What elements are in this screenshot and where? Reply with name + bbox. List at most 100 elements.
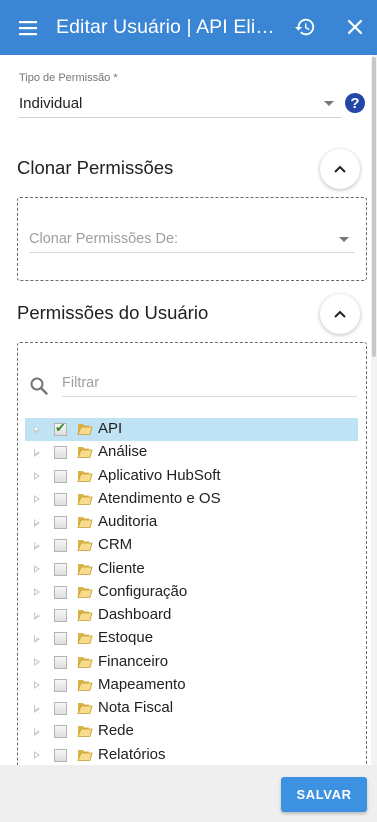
- filter-placeholder: Filtrar: [62, 375, 100, 391]
- tree-checkbox[interactable]: [54, 725, 67, 739]
- expand-arrow-icon[interactable]: [34, 541, 40, 550]
- folder-icon: [77, 586, 93, 598]
- tree-node[interactable]: Auditoria: [25, 511, 358, 534]
- permissions-collapse-button[interactable]: [320, 294, 360, 334]
- tree-checkbox[interactable]: [54, 539, 67, 553]
- chevron-down-icon: [339, 237, 349, 242]
- chevron-up-icon: [334, 165, 346, 173]
- folder-icon: [77, 633, 93, 645]
- tree-node[interactable]: Análise: [25, 441, 358, 464]
- expand-arrow-icon[interactable]: [34, 634, 40, 643]
- permission-type-label: Tipo de Permissão *: [19, 72, 118, 84]
- checkmark-icon: ✔: [55, 420, 66, 435]
- user-permissions-title: Permissões do Usuário: [17, 302, 209, 323]
- expand-arrow-icon[interactable]: [34, 588, 40, 597]
- tree-node[interactable]: Aplicativo HubSoft: [25, 465, 358, 488]
- tree-checkbox[interactable]: [54, 516, 67, 529]
- menu-icon: [19, 20, 37, 35]
- folder-icon: [77, 656, 93, 668]
- folder-icon: [77, 749, 93, 761]
- tree-node-label: Atendimento e OS: [98, 489, 221, 507]
- tree-checkbox[interactable]: [54, 469, 67, 483]
- tree-node-label: Auditoria: [98, 513, 158, 530]
- clone-permissions-placeholder: Clonar Permissões De:: [29, 231, 179, 247]
- tree-checkbox[interactable]: [54, 562, 67, 576]
- tree-node-label: Rede: [98, 722, 134, 740]
- tree-node[interactable]: CRM: [25, 534, 358, 557]
- tree-checkbox[interactable]: [54, 585, 67, 599]
- tree-node[interactable]: Rede: [25, 720, 358, 743]
- close-icon: [347, 19, 363, 35]
- history-icon: [294, 18, 315, 36]
- tree-checkbox[interactable]: [54, 632, 67, 646]
- tree-node-label: CRM: [98, 536, 133, 554]
- tree-checkbox[interactable]: [54, 655, 67, 669]
- permission-type-value: Individual: [19, 95, 83, 112]
- tree-checkbox[interactable]: ✔: [54, 420, 67, 436]
- chevron-down-icon: [324, 101, 334, 106]
- tree-checkbox[interactable]: [54, 609, 67, 622]
- expand-arrow-icon[interactable]: [34, 704, 40, 713]
- folder-icon: [77, 610, 93, 621]
- folder-icon: [77, 703, 93, 714]
- folder-icon: [77, 679, 93, 691]
- dialog-toolbar: Editar Usuário | API Elisângela: [0, 0, 377, 55]
- expand-arrow-icon[interactable]: [34, 611, 40, 620]
- tree-node-label: Relatórios: [98, 745, 166, 763]
- folder-icon: [77, 424, 93, 435]
- tree-node[interactable]: Atendimento e OS: [25, 488, 358, 511]
- folder-icon: [77, 470, 93, 482]
- tree-checkbox[interactable]: [54, 748, 67, 762]
- expand-arrow-icon[interactable]: [34, 658, 40, 666]
- folder-icon: [77, 493, 93, 505]
- folder-icon: [77, 726, 93, 738]
- tree-node[interactable]: Financeiro: [25, 651, 358, 674]
- tree-node[interactable]: Cliente: [25, 558, 358, 581]
- tree-node[interactable]: Mapeamento: [25, 674, 358, 697]
- expand-arrow-icon[interactable]: [34, 681, 40, 690]
- close-button[interactable]: [337, 9, 373, 45]
- tree-node[interactable]: ✔ API: [25, 418, 358, 442]
- tree-node-label: Estoque: [98, 629, 154, 647]
- tree-checkbox[interactable]: [54, 446, 67, 460]
- folder-icon: [77, 540, 93, 552]
- tree-node[interactable]: Nota Fiscal: [25, 697, 358, 720]
- clone-collapse-button[interactable]: [320, 149, 360, 189]
- save-button[interactable]: SALVAR: [281, 777, 367, 812]
- tree-node-label: Análise: [98, 443, 148, 461]
- dialog-title: Editar Usuário | API Elisângela: [56, 16, 278, 38]
- tree-node-label: Mapeamento: [98, 675, 186, 693]
- filter-input[interactable]: Filtrar: [62, 373, 357, 397]
- tree-checkbox[interactable]: [54, 702, 67, 715]
- tree-checkbox[interactable]: [54, 678, 67, 692]
- tree-node[interactable]: Estoque: [25, 627, 358, 650]
- tree-node-label: Aplicativo HubSoft: [98, 466, 221, 484]
- tree-node-label: Cliente: [98, 559, 145, 577]
- expand-arrow-icon[interactable]: [34, 472, 40, 480]
- expand-arrow-icon[interactable]: [34, 518, 40, 527]
- permission-type-select[interactable]: Individual: [19, 92, 341, 118]
- folder-icon: [77, 447, 93, 459]
- tree-node[interactable]: Relatórios: [25, 744, 358, 767]
- folder-icon: [77, 517, 93, 528]
- tree-checkbox[interactable]: [54, 492, 67, 506]
- tree-node[interactable]: Configuração: [25, 581, 358, 604]
- history-button[interactable]: [287, 9, 323, 45]
- expand-arrow-icon[interactable]: [34, 727, 40, 736]
- expand-arrow-icon[interactable]: [34, 425, 40, 434]
- tree-node-label: Configuração: [98, 582, 188, 600]
- menu-button[interactable]: [0, 0, 56, 55]
- help-icon[interactable]: ?: [345, 93, 365, 113]
- scrollbar-thumb[interactable]: [372, 57, 376, 357]
- clone-section-title: Clonar Permissões: [17, 157, 174, 178]
- tree-node-label: Financeiro: [98, 652, 169, 670]
- expand-arrow-icon[interactable]: [34, 751, 40, 759]
- expand-arrow-icon[interactable]: [34, 495, 40, 504]
- expand-arrow-icon[interactable]: [34, 448, 40, 457]
- folder-icon: [77, 563, 93, 575]
- tree-node-label: API: [98, 420, 123, 437]
- expand-arrow-icon[interactable]: [34, 565, 40, 573]
- clone-permissions-select[interactable]: Clonar Permissões De:: [29, 228, 355, 253]
- chevron-up-icon: [334, 310, 346, 318]
- tree-node[interactable]: Dashboard: [25, 604, 358, 627]
